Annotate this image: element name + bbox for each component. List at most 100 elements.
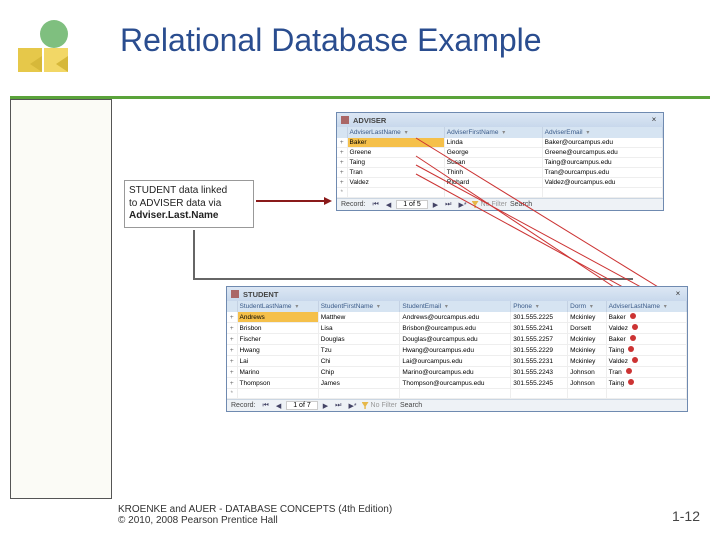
cell: Johnson (568, 378, 607, 389)
nav-next-button[interactable]: ▶ (431, 201, 440, 209)
cell: Baker (606, 312, 686, 323)
new-row[interactable]: * (227, 389, 687, 399)
table-row[interactable]: +TranThinhTran@ourcampus.edu (337, 168, 663, 178)
column-header[interactable] (227, 301, 237, 312)
expand-toggle[interactable]: + (227, 323, 237, 334)
table-row[interactable]: +TaingSusanTaing@ourcampus.edu (337, 158, 663, 168)
cell: Linda (444, 138, 542, 148)
expand-toggle[interactable]: + (227, 312, 237, 323)
column-header[interactable]: AdviserFirstName ▾ (444, 127, 542, 138)
cell: 301.555.2225 (511, 312, 568, 323)
expand-toggle[interactable]: + (337, 138, 347, 148)
new-row[interactable]: * (337, 188, 663, 198)
expand-toggle[interactable]: + (227, 356, 237, 367)
table-row[interactable]: +MarinoChipMarino@ourcampus.edu301.555.2… (227, 367, 687, 378)
column-header[interactable]: Dorm ▾ (568, 301, 607, 312)
slide-footer: KROENKE and AUER - DATABASE CONCEPTS (4t… (118, 504, 392, 526)
nav-next-button[interactable]: ▶ (321, 402, 330, 410)
student-table-window: STUDENT × StudentLastName ▾StudentFirstN… (226, 286, 688, 412)
cell: Tzu (318, 345, 400, 356)
close-icon[interactable]: × (649, 115, 659, 125)
search-box[interactable]: Search (400, 402, 422, 409)
adviser-titlebar: ADVISER × (337, 113, 663, 127)
student-table-name: STUDENT (243, 290, 278, 299)
cell: Baker (347, 138, 444, 148)
table-row[interactable]: +LaiChiLai@ourcampus.edu301.555.2231Mcki… (227, 356, 687, 367)
nav-first-button[interactable]: ⏮ (261, 402, 271, 410)
link-dot-icon (630, 335, 636, 341)
adviser-table-name: ADVISER (353, 116, 386, 125)
column-header[interactable]: Phone ▾ (511, 301, 568, 312)
expand-toggle[interactable]: + (227, 367, 237, 378)
cell: Mckinley (568, 312, 607, 323)
table-row[interactable]: +FischerDouglasDouglas@ourcampus.edu301.… (227, 334, 687, 345)
link-dot-icon (626, 368, 632, 374)
cell: Andrews@ourcampus.edu (400, 312, 511, 323)
close-icon[interactable]: × (673, 289, 683, 299)
link-annotation: STUDENT data linked to ADVISER data via … (124, 180, 254, 228)
expand-toggle[interactable]: + (227, 334, 237, 345)
cell: Tran (606, 367, 686, 378)
expand-toggle[interactable]: + (227, 378, 237, 389)
table-row[interactable]: +ValdezRichardValdez@ourcampus.edu (337, 178, 663, 188)
cell: Valdez (606, 356, 686, 367)
column-header[interactable]: AdviserLastName ▾ (606, 301, 686, 312)
cell: Valdez (347, 178, 444, 188)
cell: Chip (318, 367, 400, 378)
cell: Greene@ourcampus.edu (542, 148, 662, 158)
cell: Marino (237, 367, 318, 378)
filter-indicator[interactable]: No Filter (362, 402, 397, 409)
adviser-grid: AdviserLastName ▾AdviserFirstName ▾Advis… (337, 127, 663, 198)
annotation-line2: to ADVISER data via (129, 198, 221, 209)
search-box[interactable]: Search (510, 201, 532, 208)
nav-prev-button[interactable]: ◀ (274, 402, 283, 410)
nav-new-button[interactable]: ▶* (346, 402, 358, 410)
cell: Tran@ourcampus.edu (542, 168, 662, 178)
nav-last-button[interactable]: ⏭ (443, 201, 453, 209)
column-header[interactable]: AdviserEmail ▾ (542, 127, 662, 138)
adviser-record-nav: Record: ⏮ ◀ 1 of 5 ▶ ⏭ ▶* No Filter Sear… (337, 198, 663, 210)
expand-toggle[interactable]: + (337, 178, 347, 188)
column-header[interactable]: AdviserLastName ▾ (347, 127, 444, 138)
nav-first-button[interactable]: ⏮ (371, 201, 381, 209)
cell: Chi (318, 356, 400, 367)
cell: 301.555.2231 (511, 356, 568, 367)
table-row[interactable]: +HwangTzuHwang@ourcampus.edu301.555.2229… (227, 345, 687, 356)
connector-horiz (193, 278, 633, 280)
cell: Valdez@ourcampus.edu (542, 178, 662, 188)
table-row[interactable]: +GreeneGeorgeGreene@ourcampus.edu (337, 148, 663, 158)
nav-prev-button[interactable]: ◀ (384, 201, 393, 209)
nav-new-button[interactable]: ▶* (456, 201, 468, 209)
nav-last-button[interactable]: ⏭ (333, 402, 343, 410)
record-label: Record: (341, 201, 366, 208)
footer-line2: © 2010, 2008 Pearson Prentice Hall (118, 515, 278, 526)
expand-toggle[interactable]: + (337, 158, 347, 168)
title-divider (10, 96, 710, 99)
filter-indicator[interactable]: No Filter (472, 201, 507, 208)
table-row[interactable]: +BrisbonLisaBrisbon@ourcampus.edu301.555… (227, 323, 687, 334)
cell: Taing (347, 158, 444, 168)
column-header[interactable]: StudentEmail ▾ (400, 301, 511, 312)
adviser-table-window: ADVISER × AdviserLastName ▾AdviserFirstN… (336, 112, 664, 211)
student-titlebar: STUDENT × (227, 287, 687, 301)
expand-toggle[interactable]: + (337, 148, 347, 158)
cell: Andrews (237, 312, 318, 323)
column-header[interactable] (337, 127, 347, 138)
left-panel (10, 99, 112, 499)
cell: Taing@ourcampus.edu (542, 158, 662, 168)
column-header[interactable]: StudentLastName ▾ (237, 301, 318, 312)
table-row[interactable]: +AndrewsMatthewAndrews@ourcampus.edu301.… (227, 312, 687, 323)
column-header[interactable]: StudentFirstName ▾ (318, 301, 400, 312)
cell: Mckinley (568, 345, 607, 356)
table-row[interactable]: +BakerLindaBaker@ourcampus.edu (337, 138, 663, 148)
table-row[interactable]: +ThompsonJamesThompson@ourcampus.edu301.… (227, 378, 687, 389)
table-icon (341, 116, 349, 124)
cell: 301.555.2241 (511, 323, 568, 334)
link-dot-icon (628, 346, 634, 352)
expand-toggle[interactable]: + (227, 345, 237, 356)
record-count: 1 of 5 (396, 200, 428, 209)
expand-toggle[interactable]: + (337, 168, 347, 178)
cell: Lai (237, 356, 318, 367)
link-dot-icon (632, 324, 638, 330)
cell: Taing (606, 378, 686, 389)
